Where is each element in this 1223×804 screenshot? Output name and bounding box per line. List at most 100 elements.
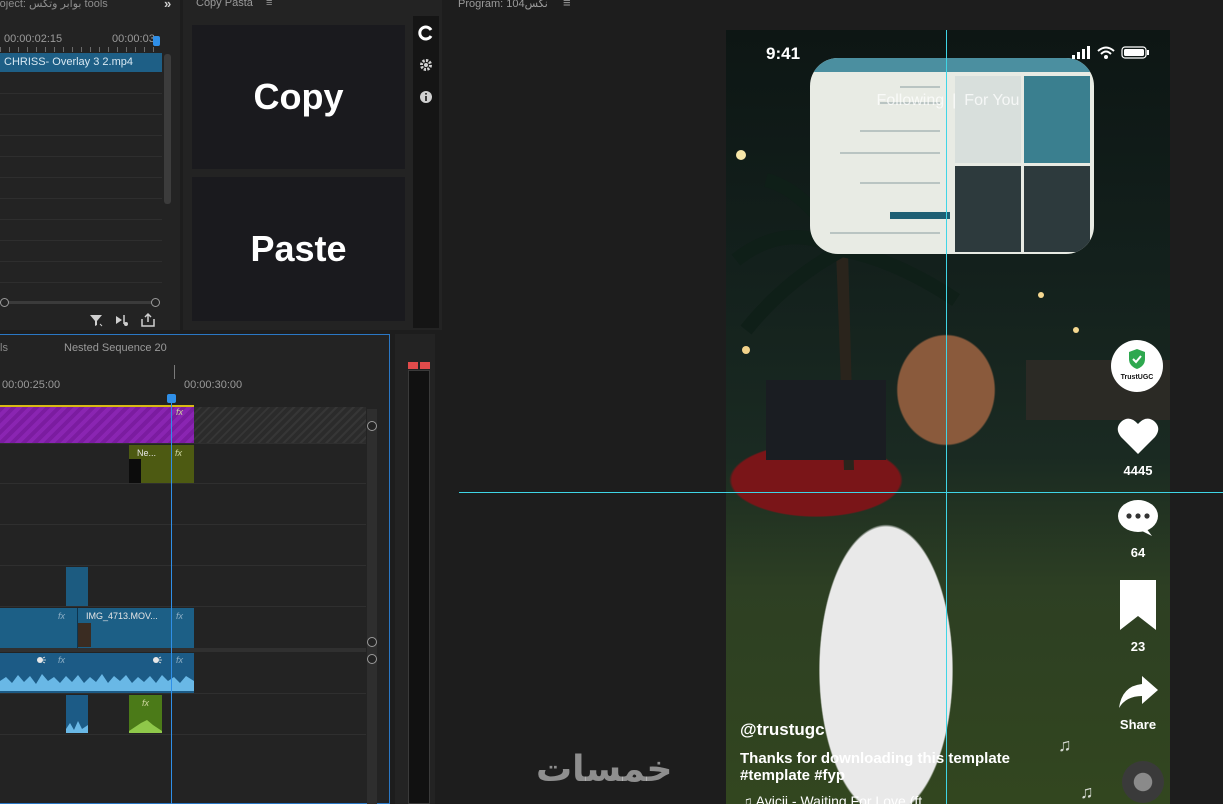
caption-text: Thanks for downloading this template #te… [740, 750, 1011, 784]
caption-music: ♫ Avicii - Waiting For Love (ft [742, 793, 922, 804]
copy-pasta-title: Copy Pasta [196, 0, 253, 9]
fx-badge: fx [175, 448, 183, 458]
caption-username: @trustugc [740, 720, 825, 739]
video-audio-divider[interactable] [0, 648, 366, 652]
tab-separator: | [952, 92, 957, 109]
project-tab[interactable]: roject: بوابر وتكس tools [0, 0, 108, 10]
paste-button[interactable]: Paste [192, 177, 405, 321]
ruler-timecode-end: 00:00:03 [112, 33, 155, 45]
music-title: Avicii - Waiting For Love (ft [755, 793, 923, 804]
scroll-handle[interactable] [367, 654, 377, 664]
share-action: Share [1110, 674, 1166, 732]
adjustment-layer-clip[interactable]: fx [0, 407, 194, 443]
panel-menu-icon[interactable]: ≡ [266, 0, 272, 9]
clip-label: IMG_4713.MOV... [86, 611, 158, 621]
timeline-tab-nested-sequence[interactable]: Nested Sequence 20 [64, 342, 167, 354]
music-note-icon: ♫ [1080, 782, 1094, 802]
audio-meter-panel [395, 334, 435, 804]
waveform [66, 721, 88, 733]
vertical-guide-line[interactable] [946, 30, 947, 804]
filter-icon[interactable] [88, 312, 104, 328]
empty-track-area [194, 407, 366, 443]
project-list-rows [0, 73, 162, 298]
panel-menu-icon[interactable]: ≡ [563, 0, 571, 10]
audio-meter-bar [408, 370, 430, 804]
project-clip-item[interactable]: CHRISS- Overlay 3 2.mp4 [0, 53, 162, 72]
gear-icon[interactable] [418, 57, 434, 73]
watermark-logo: خمسات [536, 748, 673, 789]
save-action: 23 [1110, 578, 1166, 654]
status-bar-time: 9:41 [766, 44, 801, 63]
fx-badge: fx [176, 407, 184, 417]
track-divider [0, 443, 366, 444]
copy-pasta-tab[interactable]: Copy Pasta ≡ [196, 0, 272, 9]
track-divider [0, 734, 366, 735]
track-divider [0, 524, 366, 525]
fx-badge: fx [58, 611, 66, 621]
wifi-icon [1097, 46, 1115, 59]
copy-pasta-sidebar [413, 16, 439, 328]
project-vertical-scrollbar[interactable] [164, 54, 171, 204]
panel-overflow-icon[interactable]: » [164, 0, 171, 11]
comment-icon [1118, 500, 1158, 536]
badge-label: TrustUGC [1120, 374, 1154, 381]
clip-indicator-left[interactable] [408, 362, 418, 369]
bookmark-icon [1120, 580, 1156, 630]
clip-indicator-right[interactable] [420, 362, 430, 369]
ruler-ticks [0, 47, 160, 52]
source-playhead[interactable] [153, 36, 160, 46]
timeline-tab-partial[interactable]: ls [0, 342, 8, 354]
program-monitor-tab[interactable]: Program: نكس104 [458, 0, 548, 10]
scroll-handle-right[interactable] [151, 298, 160, 307]
horizontal-guide-line[interactable] [459, 492, 1223, 493]
battery-icon [1121, 46, 1149, 59]
timeline-vertical-scrollbar[interactable] [367, 409, 377, 804]
project-tab-bar: roject: بوابر وتكس tools » [0, 0, 180, 14]
automate-to-sequence-icon[interactable] [114, 312, 130, 328]
mock-line [840, 152, 940, 154]
project-toolbar [88, 312, 156, 328]
nested-sequence-clip[interactable]: Ne... fx [129, 445, 194, 483]
scroll-handle[interactable] [367, 421, 377, 431]
mock-line [860, 130, 940, 132]
mock-line [830, 232, 940, 234]
signal-icon [1072, 46, 1090, 59]
ruler-timecode-start: 00:00:02:15 [4, 33, 63, 45]
project-horizontal-scrollbar[interactable] [4, 301, 156, 304]
track-divider [0, 693, 366, 694]
copy-button[interactable]: Copy [192, 25, 405, 169]
mock-line [900, 86, 940, 88]
playhead-line [171, 394, 172, 804]
fx-badge: fx [142, 698, 150, 708]
copy-pasta-panel: Copy Pasta ≡ Copy Paste [183, 0, 442, 330]
mock-image [955, 165, 1021, 252]
program-monitor-panel: Program: نكس104 ≡ Following | For You 9:… [446, 0, 1223, 804]
scroll-handle[interactable] [367, 637, 377, 647]
voice-icon [37, 656, 46, 664]
feed-tabs: Following | For You [726, 92, 1170, 110]
tab-for-you: For You [964, 92, 1020, 109]
export-icon[interactable] [140, 312, 156, 328]
audio-clip-a2-green[interactable]: fx [129, 695, 162, 733]
audio-clip-a2-blue[interactable] [66, 695, 88, 733]
shield-check-icon [1129, 349, 1145, 369]
program-video-frame[interactable]: Following | For You 9:41 TrustUGC 4445 64 … [726, 30, 1170, 804]
audio-clip-a1[interactable]: fx fx [0, 653, 194, 693]
refresh-logo-icon[interactable] [418, 25, 434, 41]
track-divider [0, 483, 366, 484]
timeline-timecode-1: 00:00:25:00 [2, 379, 61, 391]
tab-following: Following [876, 92, 945, 109]
fx-badge: fx [58, 655, 66, 665]
info-icon[interactable] [418, 89, 434, 105]
video-clip-img-4713[interactable]: fx IMG_4713.MOV... fx [0, 608, 194, 648]
clip-label: Ne... [137, 448, 157, 458]
source-time-ruler[interactable]: 00:00:02:15 00:00:03 [0, 30, 162, 52]
save-count: 23 [1130, 639, 1146, 654]
mock-image [1024, 165, 1090, 252]
music-note-icon: ♫ [1058, 735, 1072, 755]
profile-avatar-badge: TrustUGC [1111, 340, 1163, 392]
mock-line [860, 182, 940, 184]
video-clip-small[interactable] [66, 567, 88, 606]
scroll-handle-left[interactable] [0, 298, 9, 307]
like-action: 4445 [1110, 416, 1166, 478]
